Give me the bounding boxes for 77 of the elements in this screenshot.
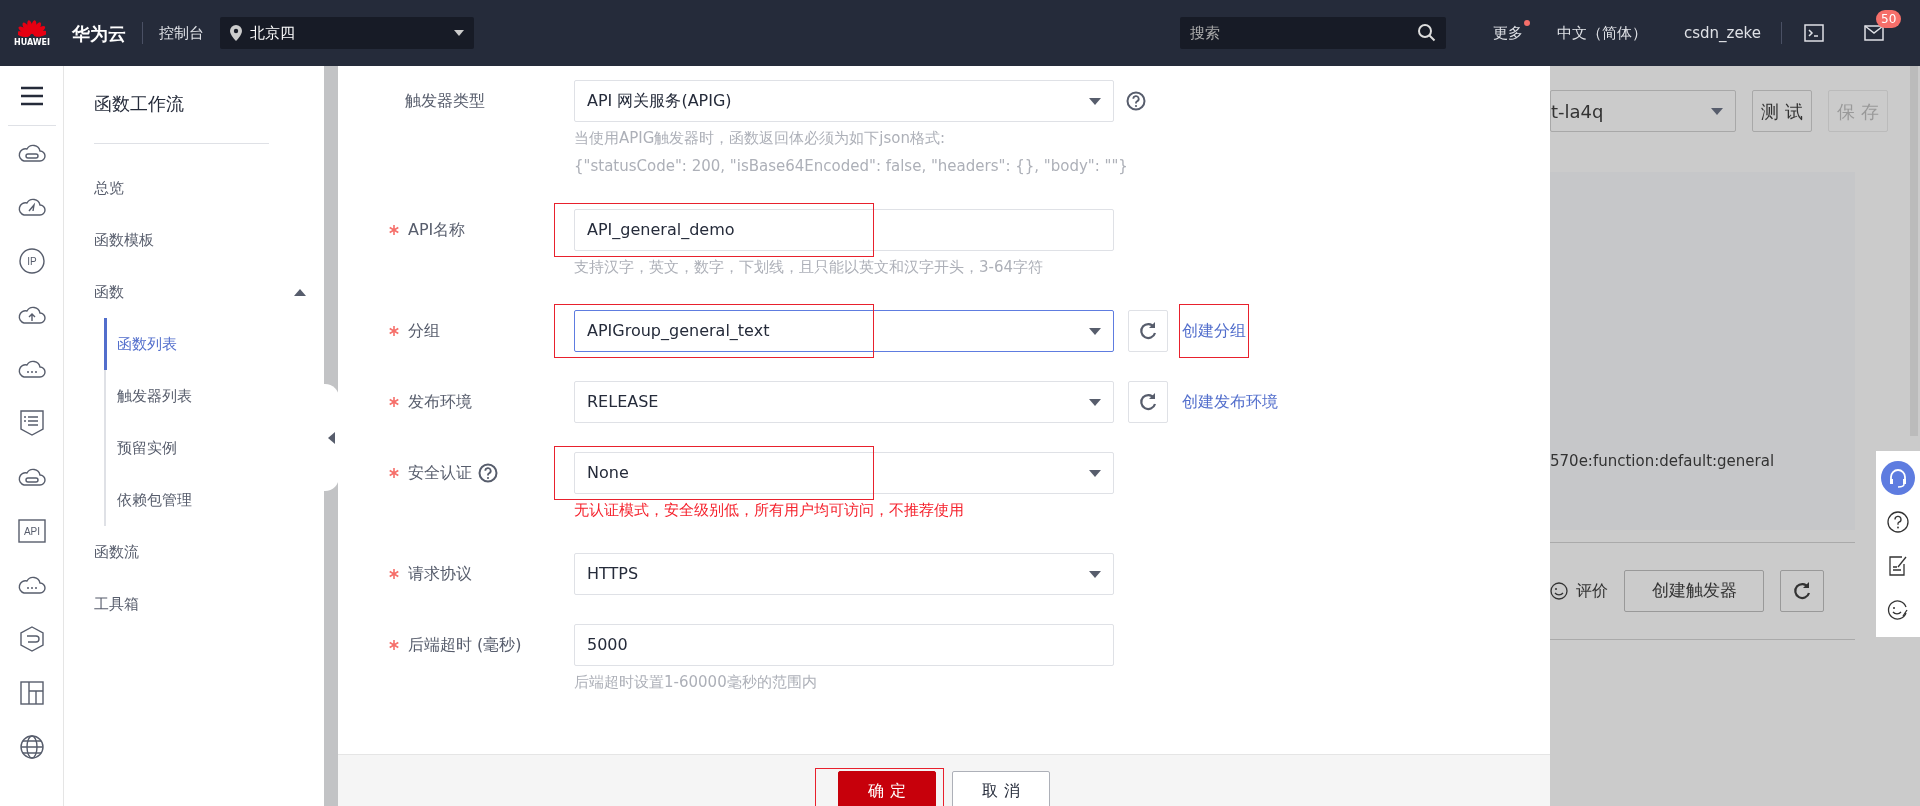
- select-field[interactable]: RELEASE: [574, 381, 1114, 423]
- region-select[interactable]: 北京四: [220, 17, 474, 49]
- flower-logo-icon: [18, 19, 46, 39]
- headset-icon[interactable]: [1888, 468, 1908, 488]
- confirm-button[interactable]: 确 定: [838, 771, 936, 806]
- api-icon[interactable]: API: [17, 517, 47, 545]
- dropdown-caret-icon: [1711, 107, 1723, 115]
- hint-text: 当使用APIG触发器时，函数返回体必须为如下json格式: {"statusCode": 200, "isBase64Encoded": false, "headers": {}, "body": ""}: [574, 128, 1129, 177]
- create-link[interactable]: 创建分组: [1182, 310, 1246, 352]
- field-label: 分组: [408, 320, 440, 342]
- input-field[interactable]: API_general_demo: [574, 209, 1114, 251]
- help-icon[interactable]: [478, 463, 498, 483]
- hint-text: 支持汉字，英文，数字，下划线，且只能以英文和汉字开头，3-64字符: [574, 257, 1045, 278]
- language-link[interactable]: 中文（简体）: [1556, 21, 1647, 45]
- refresh-icon: [1138, 321, 1158, 341]
- globe-icon[interactable]: [18, 733, 46, 761]
- field-label: 安全认证: [408, 462, 472, 484]
- select-field[interactable]: API 网关服务(APIG): [574, 80, 1114, 122]
- dropdown-caret-icon: [1089, 398, 1101, 406]
- console-link[interactable]: 控制台: [159, 21, 204, 45]
- caret-icon: [454, 30, 464, 36]
- sidebar-item[interactable]: 函数流: [94, 526, 324, 578]
- input-field[interactable]: 5000: [574, 624, 1114, 666]
- sidebar-item[interactable]: 总览: [94, 162, 324, 214]
- field-label: API名称: [408, 219, 466, 241]
- logo-caption: HUAWEI: [13, 39, 50, 47]
- sidebar-item[interactable]: 函数模板: [94, 214, 324, 266]
- layout-icon[interactable]: [18, 679, 46, 707]
- version-select[interactable]: t-la4q: [1550, 90, 1736, 132]
- pin-icon: [230, 25, 242, 41]
- sidebar-item[interactable]: 触发器列表: [104, 370, 324, 422]
- field-label: 请求协议: [408, 563, 472, 585]
- refresh-icon: [1138, 392, 1158, 412]
- refresh-button[interactable]: [1780, 570, 1824, 612]
- sidebar-item[interactable]: 函数: [94, 266, 324, 318]
- create-trigger-button[interactable]: 创建触发器: [1624, 570, 1764, 612]
- note-icon[interactable]: [1888, 555, 1908, 577]
- shield-list-icon[interactable]: [18, 409, 46, 437]
- terminal-icon[interactable]: [1804, 24, 1824, 42]
- search-icon: [1417, 24, 1436, 42]
- search-field[interactable]: 搜索: [1179, 17, 1446, 49]
- more-link[interactable]: 更多: [1492, 21, 1523, 45]
- help-icon[interactable]: [1126, 91, 1146, 111]
- cancel-button[interactable]: 取 消: [952, 771, 1050, 806]
- ip-icon[interactable]: IP: [18, 247, 46, 275]
- dropdown-caret-icon: [1089, 327, 1101, 335]
- scrollbar[interactable]: [1910, 66, 1918, 436]
- hint-text: 后端超时设置1-60000毫秒的范围内: [574, 672, 818, 693]
- resource-name: 570e:function:default:general: [1550, 451, 1776, 472]
- field-label: 后端超时 (毫秒): [408, 634, 522, 656]
- select-field[interactable]: APIGroup_general_text: [574, 310, 1114, 352]
- feedback-icon[interactable]: [1887, 599, 1909, 621]
- collapse-arrow-icon: [328, 431, 335, 444]
- dropdown-caret-icon: [1089, 570, 1101, 578]
- sidebar-title: 函数工作流: [94, 66, 269, 144]
- hint-text: 无认证模式，安全级别低，所有用户均可访问，不推荐使用: [574, 500, 965, 521]
- refresh-icon: [1792, 581, 1812, 602]
- mail-icon[interactable]: [1864, 25, 1884, 42]
- field-label: 发布环境: [408, 391, 472, 413]
- brand-name: 华为云: [72, 21, 126, 46]
- rate-label: 评价: [1576, 580, 1608, 602]
- sidebar-item[interactable]: 工具箱: [94, 578, 324, 630]
- hexagon-icon[interactable]: [18, 625, 46, 653]
- collapse-caret-icon[interactable]: [294, 288, 306, 296]
- count-badge: 50: [1876, 9, 1902, 28]
- field-label: 触发器类型: [405, 90, 485, 112]
- sidebar-item[interactable]: 预留实例: [104, 422, 324, 474]
- select-field[interactable]: None: [574, 452, 1114, 494]
- create-link[interactable]: 创建发布环境: [1182, 381, 1278, 423]
- user-name[interactable]: csdn_zeke: [1683, 21, 1761, 45]
- smile-icon[interactable]: [1550, 582, 1568, 600]
- dropdown-caret-icon: [1089, 97, 1101, 105]
- help-icon[interactable]: [1887, 511, 1909, 533]
- sidebar-item[interactable]: 依赖包管理: [104, 474, 324, 526]
- dropdown-caret-icon: [1089, 469, 1101, 477]
- select-field[interactable]: HTTPS: [574, 553, 1114, 595]
- test-button[interactable]: 测 试: [1752, 90, 1812, 132]
